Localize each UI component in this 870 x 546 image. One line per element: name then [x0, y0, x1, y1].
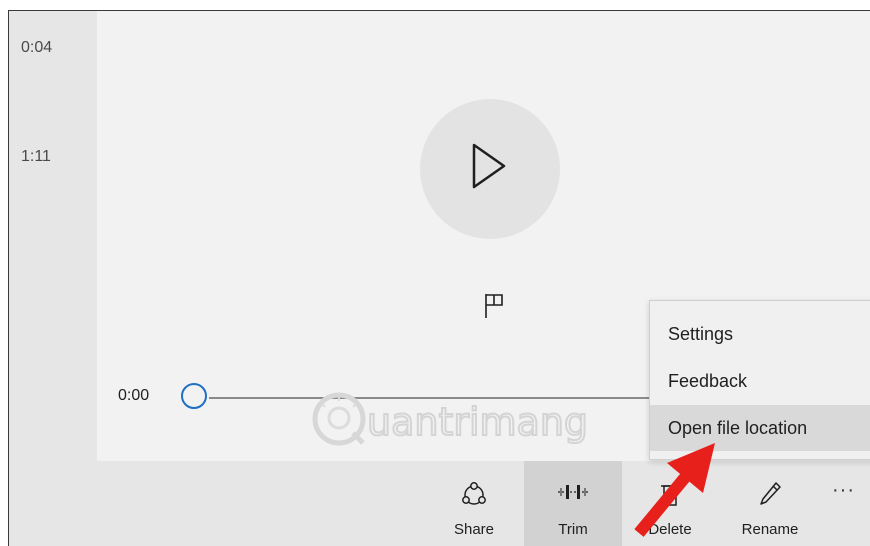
trash-icon [661, 485, 679, 506]
more-options-menu: Settings Feedback Open file location [649, 300, 870, 460]
share-button[interactable]: Share [439, 461, 509, 546]
menu-item-label: Feedback [668, 371, 748, 391]
menu-item-label: Settings [668, 324, 734, 344]
pencil-icon [760, 482, 781, 505]
rename-label: Rename [741, 521, 799, 538]
trim-label: Trim [558, 521, 588, 538]
menu-item-settings[interactable]: Settings [650, 311, 870, 357]
recording-item[interactable]: 1:11 [21, 148, 51, 166]
command-bar: Share Trim Delete Rename ··· [97, 461, 870, 546]
recording-item[interactable]: 0:04 [21, 39, 52, 57]
recordings-list: 0:04 1:11 [9, 11, 97, 546]
share-label: Share [453, 521, 495, 538]
delete-button[interactable]: Delete [635, 461, 705, 546]
watermark-text: uantrimang [367, 400, 588, 444]
play-button[interactable] [420, 99, 560, 239]
menu-item-label: Open file location [668, 418, 808, 438]
trim-button[interactable]: Trim [524, 461, 622, 546]
current-time: 0:00 [118, 387, 150, 404]
voice-recorder-window: 0:04 1:11 0:00 uantrimang Share Trim Del… [8, 10, 870, 546]
seek-bar[interactable] [209, 397, 679, 399]
add-marker-button[interactable] [483, 293, 505, 324]
seek-thumb[interactable] [181, 383, 207, 409]
menu-item-feedback[interactable]: Feedback [650, 358, 870, 404]
menu-item-open-file-location[interactable]: Open file location [650, 405, 870, 451]
more-options-icon[interactable]: ··· [832, 479, 855, 502]
recording-duration: 0:04 [21, 39, 53, 56]
flag-icon [485, 294, 503, 318]
delete-label: Delete [648, 521, 692, 538]
recording-duration: 1:11 [21, 148, 51, 165]
trim-icon [558, 485, 588, 499]
rename-button[interactable]: Rename [727, 461, 813, 546]
share-icon [462, 482, 486, 505]
play-icon [472, 143, 506, 189]
